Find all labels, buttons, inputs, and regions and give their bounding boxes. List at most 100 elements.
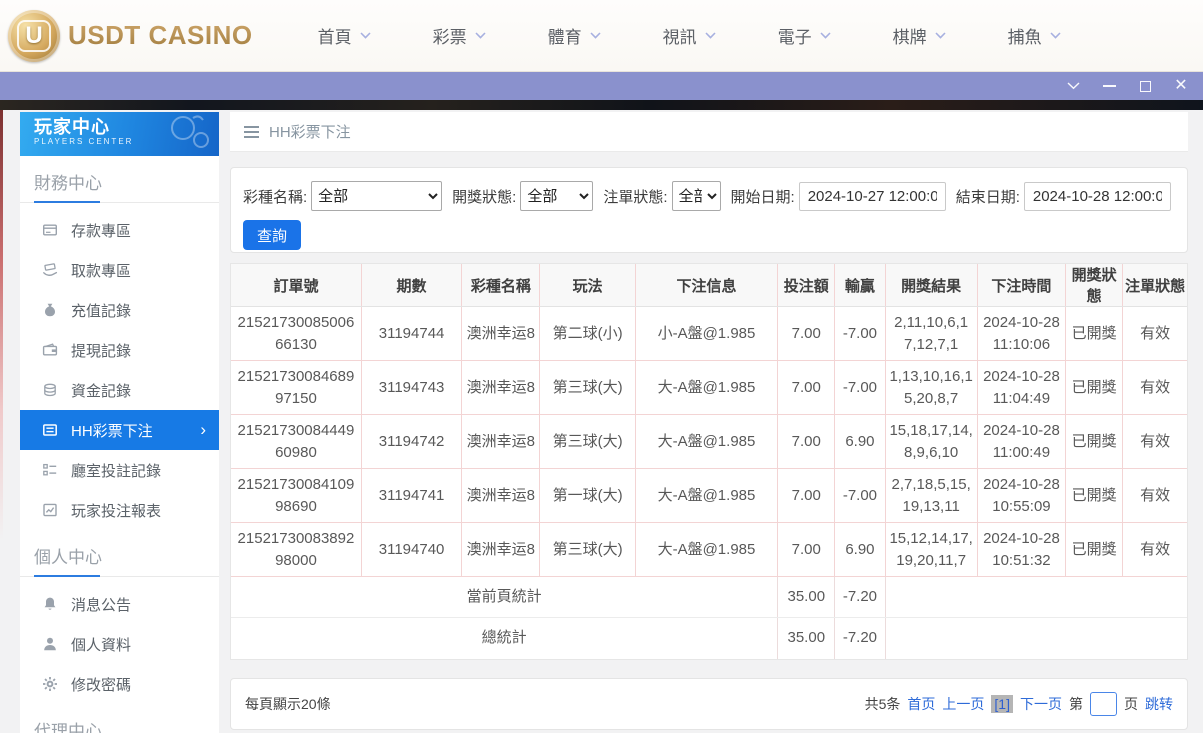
menu-toggle-icon[interactable] [244, 126, 259, 138]
prev-page-link[interactable]: 上一页 [942, 694, 984, 714]
table-cell: 6.90 [835, 523, 885, 577]
column-header: 注單狀態 [1123, 264, 1187, 307]
column-header: 開獎結果 [885, 264, 977, 307]
nav-item[interactable]: 捕魚 [977, 0, 1092, 72]
table-cell: 已開獎 [1066, 415, 1123, 469]
table-row: 215217300841099869031194741澳洲幸运8第一球(大)大-… [231, 469, 1187, 523]
column-header: 開獎狀態 [1066, 264, 1123, 307]
minimize-button[interactable] [1101, 78, 1117, 94]
column-header: 期數 [361, 264, 461, 307]
draw-status-label: 開獎狀態: [452, 186, 516, 207]
chevron-down-icon [590, 32, 601, 39]
recharge-record-icon [42, 302, 58, 318]
table-cell: 第三球(大) [540, 361, 635, 415]
jump-prefix-label: 第 [1069, 694, 1083, 714]
brand-name: USDT CASINO [68, 20, 253, 51]
sidebar-item[interactable]: 消息公告 [20, 584, 219, 624]
page-summary-row: 當前頁統計 35.00 -7.20 [231, 577, 1187, 618]
left-edge-accent [0, 110, 3, 540]
table-cell: 31194742 [361, 415, 461, 469]
sidebar-item[interactable]: 存款專區 [20, 210, 219, 250]
nav-item[interactable]: 彩票 [402, 0, 517, 72]
table-cell: 2152173008500666130 [231, 307, 361, 361]
table-cell: 2,7,18,5,15,19,13,11 [885, 469, 977, 523]
first-page-link[interactable]: 首页 [907, 694, 935, 714]
nav-item-label: 電子 [778, 23, 812, 48]
column-header: 彩種名稱 [462, 264, 540, 307]
sidebar-item-label: 修改密碼 [71, 674, 131, 695]
sidebar-item[interactable]: HH彩票下注› [20, 410, 219, 450]
search-button[interactable]: 查詢 [243, 220, 301, 250]
table-cell: 澳洲幸运8 [462, 415, 540, 469]
nav-item[interactable]: 首頁 [287, 0, 402, 72]
bell-icon [42, 596, 58, 612]
jump-button[interactable]: 跳转 [1145, 694, 1173, 714]
sidebar-item[interactable]: 廳室投註記錄 [20, 450, 219, 490]
table-cell: 澳洲幸运8 [462, 361, 540, 415]
nav-item-label: 彩票 [433, 23, 467, 48]
header-row: 訂單號期數彩種名稱玩法下注信息投注額輸贏開獎結果下注時間開獎狀態注單狀態 [231, 264, 1187, 307]
chevron-down-icon [935, 32, 946, 39]
lottery-bets-icon [42, 422, 58, 438]
table-cell: 大-A盤@1.985 [635, 415, 777, 469]
page-summary-label: 當前頁統計 [231, 577, 778, 618]
sidebar-item-label: 消息公告 [71, 594, 131, 615]
maximize-button[interactable] [1137, 78, 1153, 94]
pagination-bar: 每頁顯示20條 共5条 首页 上一页 [1] 下一页 第 页 跳转 [230, 678, 1188, 730]
nav-item[interactable]: 棋牌 [862, 0, 977, 72]
sidebar-item[interactable]: 個人資料 [20, 624, 219, 664]
brand-logo[interactable]: U USDT CASINO [8, 10, 253, 62]
column-header: 輸贏 [835, 264, 885, 307]
chevron-down-icon [475, 32, 486, 39]
start-date-input[interactable] [799, 182, 946, 211]
nav-item-label: 視訊 [663, 23, 697, 48]
person-icon [42, 636, 58, 652]
withdraw-icon [42, 262, 58, 278]
sidebar-item[interactable]: 資金記錄 [20, 370, 219, 410]
background-strip [0, 100, 1203, 110]
pager: 共5条 首页 上一页 [1] 下一页 第 页 跳转 [865, 692, 1173, 716]
page-jump-input[interactable] [1090, 692, 1117, 716]
sidebar-item[interactable]: 玩家投注報表 [20, 490, 219, 530]
draw-status-select[interactable]: 全部 [520, 181, 593, 211]
close-button[interactable]: ✕ [1173, 78, 1189, 94]
bets-table-body: 215217300850066613031194744澳洲幸运8第二球(小)小-… [231, 307, 1187, 577]
nav-item[interactable]: 體育 [517, 0, 632, 72]
jump-suffix-label: 页 [1124, 694, 1138, 714]
sidebar-item[interactable]: 提現記錄 [20, 330, 219, 370]
nav-item-label: 體育 [548, 23, 582, 48]
bets-table-summary: 當前頁統計 35.00 -7.20 總統計 35.00 -7.20 [231, 577, 1187, 659]
current-page-indicator[interactable]: [1] [991, 695, 1013, 713]
site-top-nav: U USDT CASINO 首頁 彩票 體育 視訊 電子 棋牌 捕魚 [0, 0, 1203, 72]
nav-item-label: 棋牌 [893, 23, 927, 48]
end-date-label: 結束日期: [956, 186, 1020, 207]
table-row: 215217300846899715031194743澳洲幸运8第三球(大)大-… [231, 361, 1187, 415]
window-chevron-down-icon[interactable] [1065, 78, 1081, 94]
sidebar-item[interactable]: 充值記錄 [20, 290, 219, 330]
total-summary-empty [885, 618, 1187, 659]
table-cell: 大-A盤@1.985 [635, 469, 777, 523]
page-summary-winloss: -7.20 [835, 577, 885, 618]
nav-item[interactable]: 電子 [747, 0, 862, 72]
table-row: 215217300838929800031194740澳洲幸运8第三球(大)大-… [231, 523, 1187, 577]
chevron-right-icon: › [200, 422, 206, 438]
app-window: U USDT CASINO 首頁彩票體育視訊電子棋牌捕魚 ✕ 玩家中心 PLAY… [0, 0, 1203, 733]
table-cell: -7.00 [835, 469, 885, 523]
table-cell: 7.00 [778, 361, 835, 415]
table-cell: 有效 [1123, 415, 1187, 469]
bets-table-head: 訂單號期數彩種名稱玩法下注信息投注額輸贏開獎結果下注時間開獎狀態注單狀態 [231, 264, 1187, 307]
order-status-select[interactable]: 全部 [672, 181, 721, 211]
sidebar-item[interactable]: 取款專區 [20, 250, 219, 290]
table-cell: 7.00 [778, 415, 835, 469]
sidebar-item[interactable]: 修改密碼 [20, 664, 219, 704]
withdraw-record-icon [42, 342, 58, 358]
table-cell: 31194740 [361, 523, 461, 577]
sidebar-sections: 財務中心存款專區取款專區充值記錄提現記錄資金記錄HH彩票下注›廳室投註記錄玩家投… [20, 156, 219, 733]
table-cell: 已開獎 [1066, 361, 1123, 415]
table-cell: 有效 [1123, 307, 1187, 361]
lottery-name-select[interactable]: 全部 [311, 181, 442, 211]
main-nav: 首頁 彩票 體育 視訊 電子 棋牌 捕魚 [287, 0, 1092, 72]
nav-item[interactable]: 視訊 [632, 0, 747, 72]
next-page-link[interactable]: 下一页 [1020, 694, 1062, 714]
end-date-input[interactable] [1024, 182, 1171, 211]
